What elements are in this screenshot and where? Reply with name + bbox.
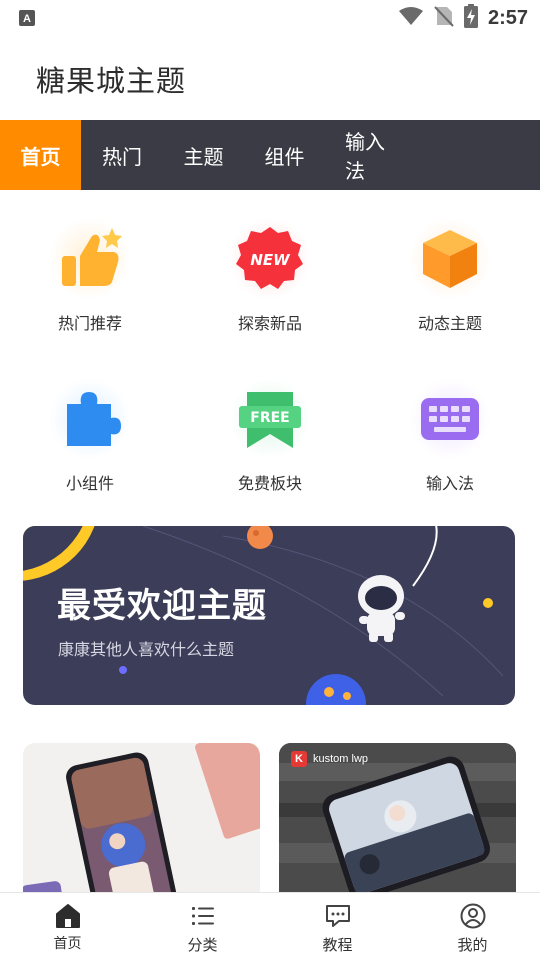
free-ribbon-text: FREE bbox=[250, 410, 289, 426]
nav-label: 教程 bbox=[322, 936, 353, 954]
status-time: 2:57 bbox=[487, 6, 528, 29]
free-ribbon-icon: FREE bbox=[239, 392, 301, 448]
kustom-badge-text: kustom lwp bbox=[313, 753, 369, 765]
category-widgets[interactable]: 小组件 bbox=[0, 350, 180, 510]
theme-preview-card[interactable]: K kustom lwp bbox=[279, 743, 516, 903]
tab-hot[interactable]: 热门 bbox=[81, 120, 163, 190]
category-label: 热门推荐 bbox=[57, 314, 122, 333]
new-badge-text: NEW bbox=[250, 251, 291, 269]
category-keyboard[interactable]: 输入法 bbox=[360, 350, 540, 510]
category-label: 免费板块 bbox=[237, 474, 302, 493]
nav-categories[interactable]: 分类 bbox=[135, 893, 270, 960]
nav-home[interactable]: 首页 bbox=[0, 893, 135, 960]
cube-icon bbox=[423, 230, 477, 288]
nav-label: 我的 bbox=[457, 936, 488, 954]
banner-title: 最受欢迎主题 bbox=[57, 586, 267, 626]
app-header: 糖果城主题 bbox=[0, 36, 540, 120]
kustom-badge: K kustom lwp bbox=[291, 751, 368, 767]
phone-preview-image bbox=[23, 743, 260, 903]
tab-bar: 首页 热门 主题 组件 输入法 bbox=[0, 120, 540, 190]
nav-profile[interactable]: 我的 bbox=[405, 893, 540, 960]
nav-tutorials[interactable]: 教程 bbox=[270, 893, 405, 960]
status-bar: A 2:57 bbox=[0, 0, 540, 36]
no-sim-icon bbox=[434, 5, 454, 31]
puzzle-icon bbox=[67, 392, 121, 446]
tab-widgets[interactable]: 组件 bbox=[244, 120, 325, 190]
category-grid: 热门推荐 NEW 探索新品 动态主题 小组件 FREE 免费板块 输入法 bbox=[0, 190, 540, 510]
category-hot-recommend[interactable]: 热门推荐 bbox=[0, 190, 180, 350]
app-title: 糖果城主题 bbox=[36, 64, 187, 98]
category-label: 输入法 bbox=[425, 474, 474, 493]
svg-text:A: A bbox=[23, 13, 31, 25]
category-label: 探索新品 bbox=[237, 314, 302, 333]
a-notification-icon: A bbox=[18, 9, 36, 27]
category-free[interactable]: FREE 免费板块 bbox=[180, 350, 360, 510]
kustom-logo-icon: K bbox=[291, 751, 307, 767]
wifi-icon bbox=[398, 6, 424, 30]
battery-charging-icon bbox=[463, 4, 478, 32]
category-explore-new[interactable]: NEW 探索新品 bbox=[180, 190, 360, 350]
popular-themes-banner[interactable]: 最受欢迎主题 康康其他人喜欢什么主题 bbox=[23, 526, 515, 705]
new-badge-icon: NEW bbox=[236, 227, 303, 289]
nav-label: 首页 bbox=[53, 936, 82, 952]
category-label: 动态主题 bbox=[417, 314, 482, 333]
list-icon bbox=[191, 907, 214, 925]
home-icon bbox=[55, 904, 80, 928]
thumbs-up-icon bbox=[62, 228, 122, 286]
nav-label: 分类 bbox=[187, 936, 218, 954]
category-label: 小组件 bbox=[65, 474, 114, 493]
phone-preview-image bbox=[279, 743, 516, 903]
category-dynamic-theme[interactable]: 动态主题 bbox=[360, 190, 540, 350]
tutorial-chat-icon bbox=[325, 905, 350, 927]
banner-subtitle: 康康其他人喜欢什么主题 bbox=[58, 640, 235, 659]
theme-preview-card[interactable] bbox=[23, 743, 260, 903]
keyboard-icon bbox=[421, 398, 479, 440]
user-icon bbox=[460, 903, 485, 929]
tab-input-method[interactable]: 输入法 bbox=[325, 120, 416, 190]
tab-home[interactable]: 首页 bbox=[0, 120, 81, 190]
tab-themes[interactable]: 主题 bbox=[163, 120, 244, 190]
bottom-nav: 首页 分类 教程 我的 bbox=[0, 892, 540, 960]
